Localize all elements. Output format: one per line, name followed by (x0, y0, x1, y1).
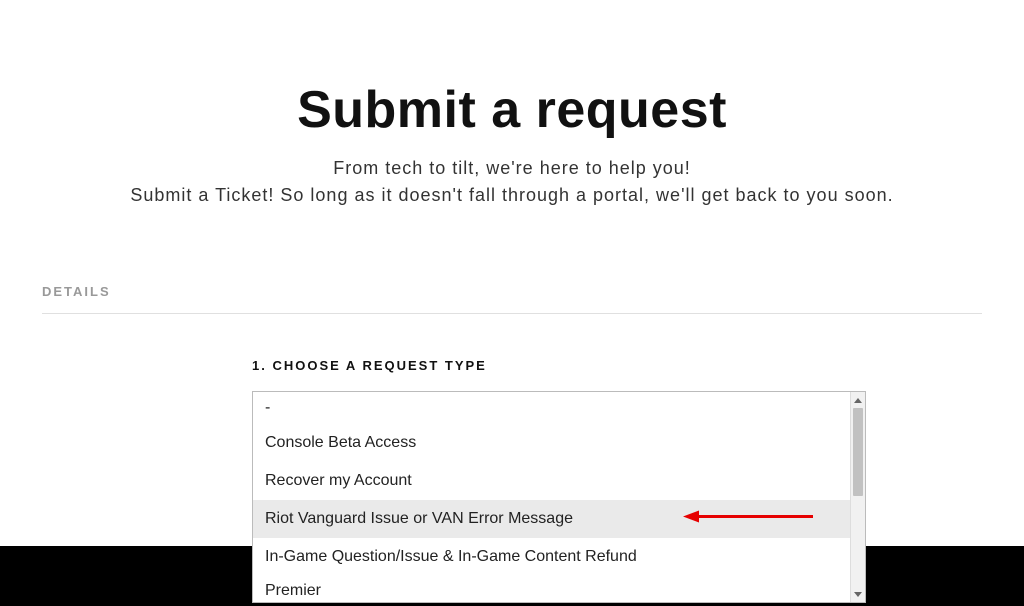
details-label: DETAILS (42, 284, 982, 299)
select-option-premier[interactable]: Premier (253, 576, 850, 602)
request-type-block: 1. CHOOSE A REQUEST TYPE - Console Beta … (252, 358, 982, 603)
select-option-empty[interactable]: - (253, 392, 850, 424)
select-options-list: - Console Beta Access Recover my Account… (253, 392, 850, 602)
page-header: Submit a request From tech to tilt, we'r… (0, 0, 1024, 206)
select-option-ingame-question[interactable]: In-Game Question/Issue & In-Game Content… (253, 538, 850, 576)
select-option-recover-account[interactable]: Recover my Account (253, 462, 850, 500)
select-option-console-beta[interactable]: Console Beta Access (253, 424, 850, 462)
scrollbar[interactable] (850, 392, 865, 602)
request-type-select[interactable]: - Console Beta Access Recover my Account… (252, 391, 866, 603)
select-option-label: Riot Vanguard Issue or VAN Error Message (265, 510, 573, 528)
details-section: DETAILS 1. CHOOSE A REQUEST TYPE - Conso… (0, 284, 1024, 603)
chevron-up-icon (854, 398, 862, 403)
scrollbar-thumb[interactable] (853, 408, 863, 496)
annotation-arrow-icon (683, 508, 813, 531)
divider (42, 313, 982, 314)
select-option-vanguard-issue[interactable]: Riot Vanguard Issue or VAN Error Message (253, 500, 850, 538)
tagline-1: From tech to tilt, we're here to help yo… (0, 158, 1024, 179)
step-label: 1. CHOOSE A REQUEST TYPE (252, 358, 982, 373)
tagline-2: Submit a Ticket! So long as it doesn't f… (0, 185, 1024, 206)
page-title: Submit a request (0, 80, 1024, 140)
chevron-down-icon (854, 592, 862, 597)
scroll-down-button[interactable] (851, 586, 865, 602)
scroll-up-button[interactable] (851, 392, 865, 408)
